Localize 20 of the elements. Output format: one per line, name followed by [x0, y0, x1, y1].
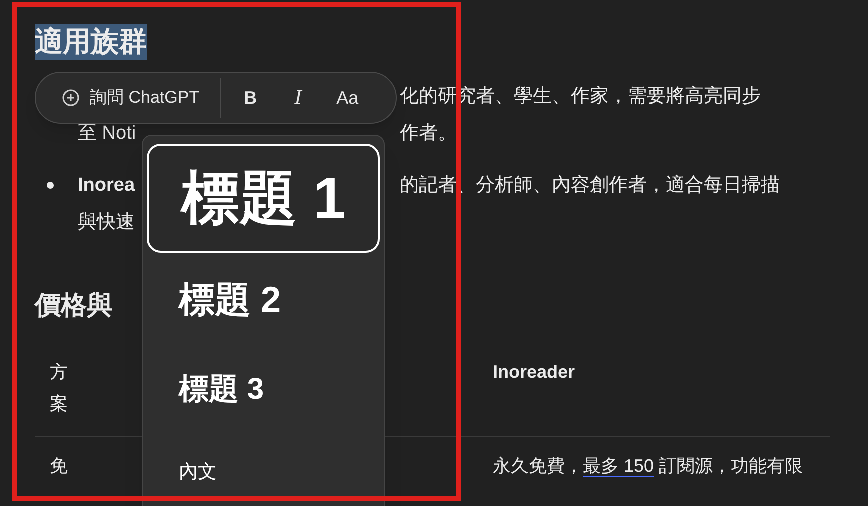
menu-item[interactable]: 標題 1 [147, 144, 380, 253]
bold-button[interactable]: B [226, 84, 275, 112]
column-header: Inoreader [493, 361, 576, 384]
text-style-button[interactable]: Aa [322, 84, 373, 112]
table-cell-text: 永久免費，最多 150 訂閱源，功能有限 [493, 455, 804, 478]
menu-item[interactable]: 標題 2 [147, 253, 380, 347]
plus-circle-icon [62, 89, 80, 107]
menu-item[interactable]: 內文 [147, 433, 380, 506]
section-heading: 價格與 [35, 289, 113, 322]
link[interactable]: 最多 150 [583, 456, 654, 476]
table-cell-text: 免 [50, 455, 68, 478]
bullet-text: 至 Noti [78, 122, 136, 146]
bullet-lead-text: Inorea [78, 174, 136, 198]
section-heading: 適用族群 [35, 24, 147, 60]
bullet-text: 作者。 [400, 122, 457, 146]
ask-button[interactable]: 詢問 ChatGPT [62, 85, 220, 111]
italic-button[interactable]: I [274, 84, 323, 112]
column-header: 方案 [50, 361, 68, 416]
menu-item[interactable]: 標題 3 [147, 347, 380, 433]
bullet-text: 與快速 [78, 211, 135, 235]
